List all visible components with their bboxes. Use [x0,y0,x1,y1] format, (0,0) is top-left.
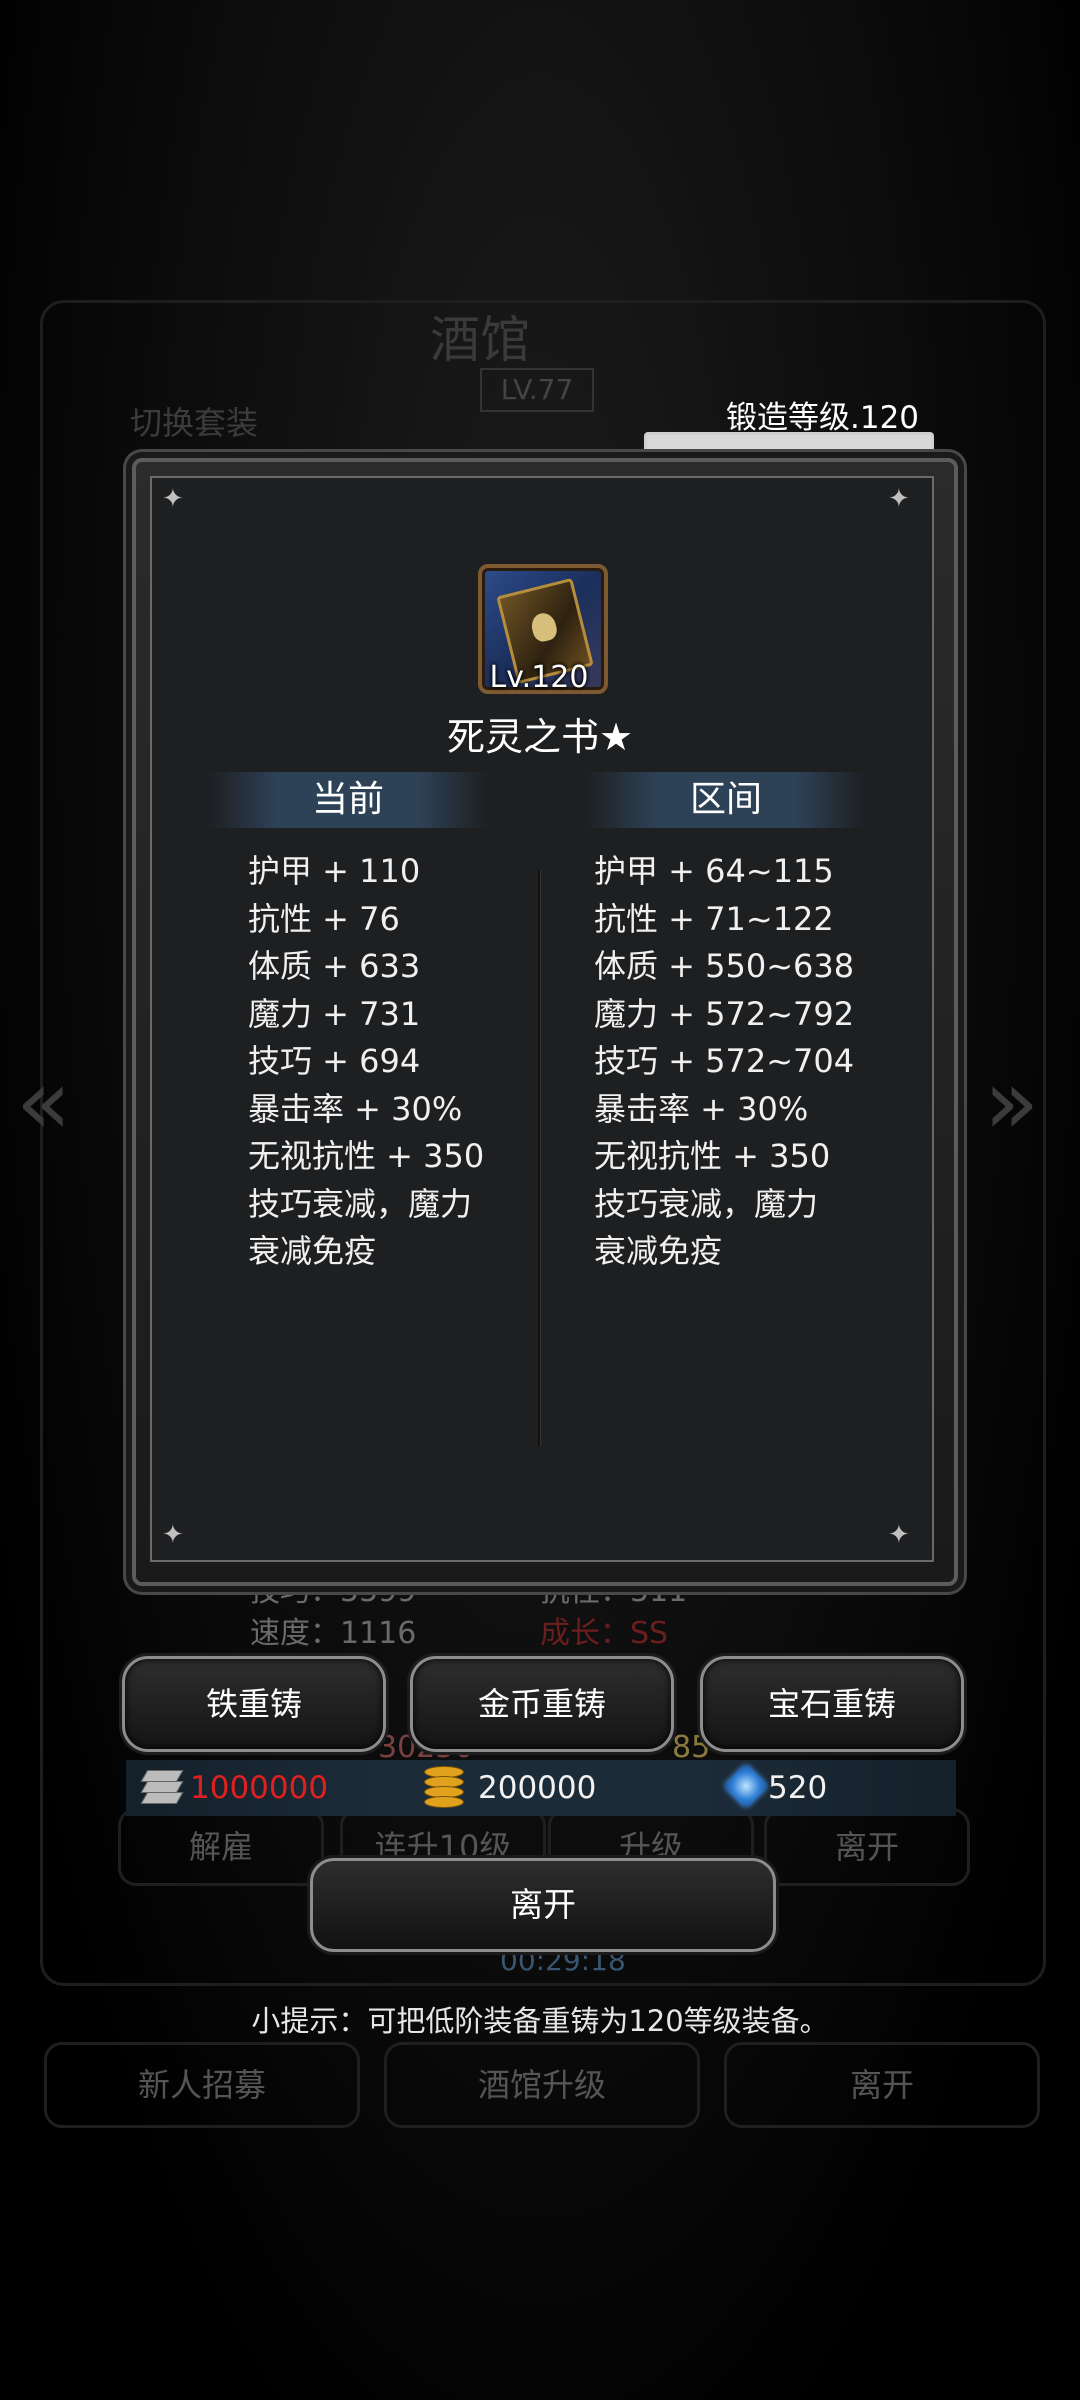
item-name: 死灵之书★ [446,715,634,759]
current-stat: 体质 + 633 [248,947,421,985]
range-stat: 无视抗性 + 350 [594,1137,831,1175]
range-stat: 护甲 + 64~115 [594,852,834,890]
iron-amount: 1000000 [190,1770,329,1806]
background-title: 酒馆 [430,311,530,369]
iron-icon [140,1766,184,1804]
background-leave-button: 离开 [724,2042,1040,2128]
background-level: LV.77 [480,368,594,412]
gold-coin-icon [424,1764,464,1808]
gem-recast-button[interactable]: 宝石重铸 [700,1656,964,1752]
corner-ornament-icon: ✦ [888,484,910,514]
prev-arrow-icon[interactable]: « [16,1050,71,1155]
range-stat: 技巧衰减，魔力 [594,1184,819,1223]
range-stat: 抗性 + 71~122 [594,899,834,938]
skull-icon [529,610,560,644]
current-stats-list: 护甲 + 110 抗性 + 76 体质 + 633 魔力 + 731 技巧 + … [248,848,484,1276]
item-level: Lv.120 [489,660,589,695]
background-button: 解雇 [118,1808,324,1886]
background-stat: 成长：SS [540,1616,669,1651]
background-stat: 速度：1116 [250,1616,417,1651]
current-stat: 无视抗性 + 350 [248,1137,485,1175]
range-header: 区间 [586,772,866,828]
leave-button[interactable]: 离开 [310,1858,776,1952]
current-header: 当前 [208,772,488,828]
current-stat: 魔力 + 731 [248,994,421,1033]
range-stat: 技巧 + 572~704 [594,1042,855,1080]
current-stat: 暴击率 + 30% [248,1089,463,1128]
background-switch-set: 切换套装 [130,404,259,442]
range-stat: 衰减免疫 [594,1232,723,1270]
current-stat: 技巧衰减，魔力 [248,1184,473,1223]
forge-level-label: 锻造等级.120 [726,400,920,436]
forge-progress-fill [647,435,931,451]
current-stat: 护甲 + 110 [248,852,421,890]
range-stats-list: 护甲 + 64~115 抗性 + 71~122 体质 + 550~638 魔力 … [594,848,854,1276]
background-button: 离开 [764,1808,970,1886]
column-divider [538,870,540,1446]
range-stat: 体质 + 550~638 [594,947,855,985]
forge-progress-bar [644,432,934,454]
gold-amount: 200000 [478,1770,597,1806]
corner-ornament-icon: ✦ [888,1520,910,1550]
corner-ornament-icon: ✦ [162,1520,184,1550]
next-arrow-icon[interactable]: » [984,1050,1039,1155]
range-stat: 魔力 + 572~792 [594,994,855,1033]
current-stat: 抗性 + 76 [248,899,400,938]
background-upgrade-button: 酒馆升级 [384,2042,700,2128]
gold-recast-button[interactable]: 金币重铸 [410,1656,674,1752]
current-stat: 技巧 + 694 [248,1042,421,1080]
current-stat: 衰减免疫 [248,1232,377,1270]
range-stat: 暴击率 + 30% [594,1089,809,1128]
gem-amount: 520 [768,1770,828,1806]
corner-ornament-icon: ✦ [162,484,184,514]
tip-text: 小提示：可把低阶装备重铸为120等级装备。 [251,2004,829,2038]
iron-recast-button[interactable]: 铁重铸 [122,1656,386,1752]
background-recruit-button: 新人招募 [44,2042,360,2128]
